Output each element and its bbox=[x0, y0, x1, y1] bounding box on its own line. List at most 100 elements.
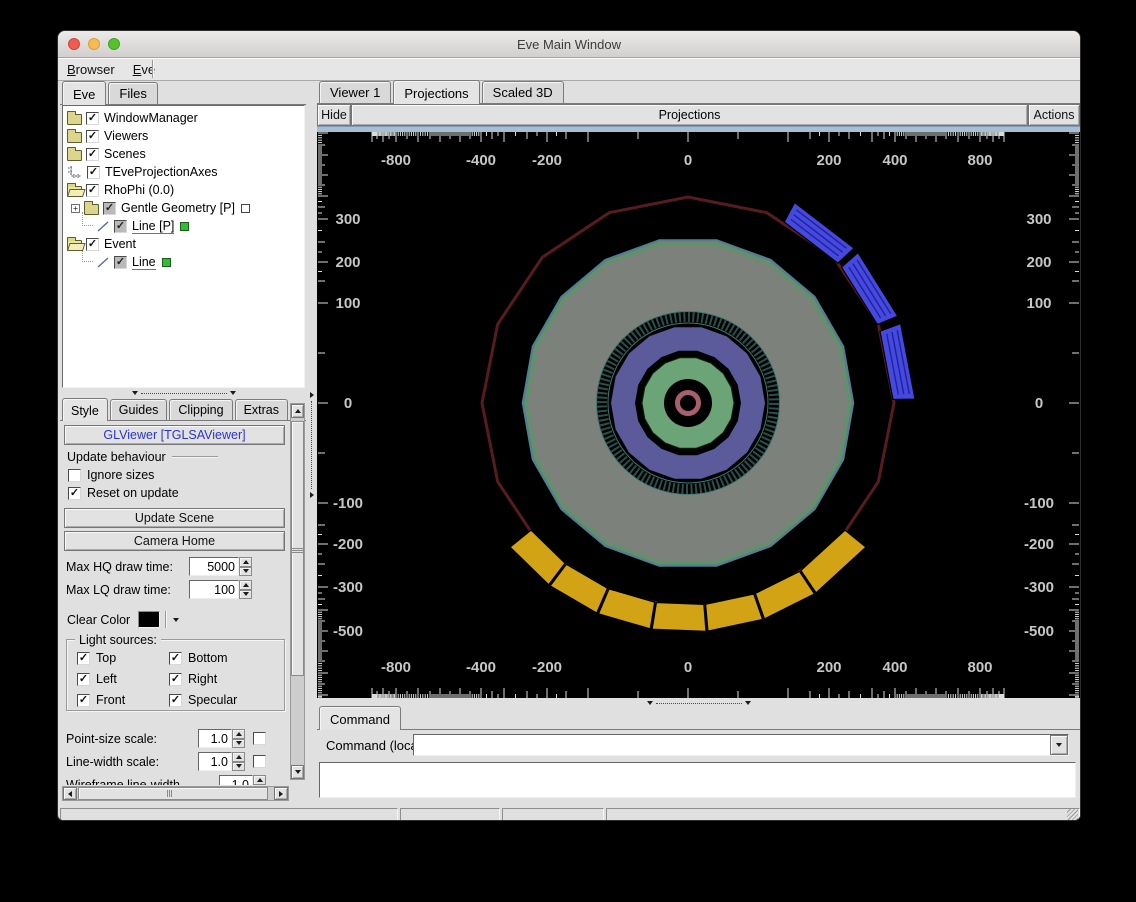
spin-value[interactable]: 100 bbox=[189, 580, 239, 599]
scroll-right-button[interactable] bbox=[274, 787, 288, 800]
resize-grip[interactable] bbox=[1067, 809, 1078, 820]
spinbox-wireframe-line-width[interactable]: 1.0 bbox=[219, 775, 266, 785]
checkbox-right[interactable]: ✓ bbox=[169, 673, 182, 686]
hide-button[interactable]: Hide bbox=[317, 104, 351, 126]
tree-item-teveprojectionaxes[interactable]: ✓TEveProjectionAxes bbox=[63, 163, 304, 181]
tab-files[interactable]: Files bbox=[108, 82, 157, 104]
panel-viewer-splitter[interactable] bbox=[307, 82, 316, 807]
arrow-down-icon bbox=[236, 741, 242, 745]
tab-projections[interactable]: Projections bbox=[393, 80, 479, 104]
extra-checkbox[interactable] bbox=[253, 732, 266, 745]
tree-checkbox[interactable]: ✓ bbox=[86, 112, 99, 125]
spin-down-button[interactable] bbox=[239, 590, 252, 600]
scroll-down-button[interactable] bbox=[291, 765, 304, 779]
tree-checkbox[interactable]: ✓ bbox=[114, 256, 127, 269]
command-combobox[interactable] bbox=[413, 734, 1069, 756]
tree-item-viewers[interactable]: ✓Viewers bbox=[63, 127, 304, 145]
tab-scaled-3d[interactable]: Scaled 3D bbox=[482, 81, 564, 103]
tree-style-splitter[interactable] bbox=[62, 388, 305, 398]
tree-checkbox[interactable]: ✓ bbox=[86, 184, 99, 197]
checkbox-specular[interactable]: ✓ bbox=[169, 694, 182, 707]
vscroll-thumb[interactable] bbox=[291, 421, 304, 676]
axis-label: -500 bbox=[333, 623, 363, 640]
clear-color-label: Clear Color bbox=[67, 613, 130, 627]
menu-eve[interactable]: Eve bbox=[124, 59, 164, 80]
spin-value[interactable]: 5000 bbox=[189, 557, 239, 576]
checkbox-front[interactable]: ✓ bbox=[77, 694, 90, 707]
spin-value[interactable]: 1.0 bbox=[198, 752, 232, 771]
spin-value[interactable]: 1.0 bbox=[198, 729, 232, 748]
tab-command[interactable]: Command bbox=[319, 706, 401, 730]
command-input[interactable] bbox=[414, 735, 1050, 755]
command-row: Command (local): bbox=[317, 732, 1080, 758]
tab-eve[interactable]: Eve bbox=[62, 81, 106, 105]
scroll-left-button[interactable] bbox=[63, 787, 77, 800]
spin-down-button[interactable] bbox=[239, 567, 252, 577]
titlebar[interactable]: Eve Main Window bbox=[58, 31, 1080, 58]
style-vscrollbar[interactable] bbox=[290, 403, 305, 780]
light-specular: ✓Specular bbox=[169, 693, 237, 707]
spin-down-button[interactable] bbox=[232, 739, 245, 749]
command-tabbar: Command bbox=[317, 708, 1080, 730]
clear-color-row: Clear Color bbox=[67, 611, 183, 628]
spin-down-button[interactable] bbox=[232, 762, 245, 772]
spin-down-button[interactable] bbox=[253, 785, 266, 786]
camera-home-button[interactable]: Camera Home bbox=[64, 531, 285, 551]
status-cell-3 bbox=[606, 808, 1080, 821]
tree-item-line[interactable]: ✓Line bbox=[63, 253, 304, 271]
tab-style[interactable]: Style bbox=[62, 398, 108, 422]
scroll-up-button[interactable] bbox=[291, 404, 304, 418]
tree-item-event[interactable]: ✓Event bbox=[63, 235, 304, 253]
spinbox-point-size-scale[interactable]: 1.0 bbox=[198, 729, 245, 748]
spin-value[interactable]: 1.0 bbox=[219, 775, 253, 785]
tab-extras[interactable]: Extras bbox=[235, 399, 288, 421]
tree-checkbox[interactable]: ✓ bbox=[86, 148, 99, 161]
checkbox-ignore-sizes[interactable] bbox=[68, 469, 81, 482]
green-square-icon bbox=[180, 222, 189, 231]
tree-checkbox[interactable]: ✓ bbox=[86, 130, 99, 143]
checkbox-left[interactable]: ✓ bbox=[77, 673, 90, 686]
tab-guides[interactable]: Guides bbox=[110, 399, 168, 421]
axis-label: -200 bbox=[532, 659, 562, 676]
tree-item-scenes[interactable]: ✓Scenes bbox=[63, 145, 304, 163]
checkbox-bottom[interactable]: ✓ bbox=[169, 652, 182, 665]
update-scene-button[interactable]: Update Scene bbox=[64, 508, 285, 528]
tree-item-windowmanager[interactable]: ✓WindowManager bbox=[63, 109, 304, 127]
command-output[interactable] bbox=[319, 762, 1076, 798]
light-sources-group: Light sources: ✓Top✓Bottom✓Left✓Right✓Fr… bbox=[66, 639, 285, 711]
tree-checkbox[interactable]: ✓ bbox=[103, 202, 116, 215]
glviewer-button[interactable]: GLViewer [TGLSAViewer] bbox=[64, 425, 285, 445]
clear-color-dropdown[interactable] bbox=[169, 611, 183, 628]
spin-up-button[interactable] bbox=[239, 580, 252, 590]
actions-button[interactable]: Actions bbox=[1028, 104, 1080, 126]
checkbox-top[interactable]: ✓ bbox=[77, 652, 90, 665]
gl-viewport[interactable]: -800-800-400-400-200-2000020020040040080… bbox=[317, 132, 1080, 698]
splitter-dots bbox=[311, 401, 312, 489]
tree-item-line-p[interactable]: ✓Line [P] bbox=[63, 217, 304, 235]
viewer-command-splitter[interactable] bbox=[317, 698, 1080, 708]
clear-color-swatch[interactable] bbox=[138, 611, 160, 628]
tab-viewer-1[interactable]: Viewer 1 bbox=[319, 81, 391, 103]
checkbox-reset-on-update[interactable]: ✓ bbox=[68, 487, 81, 500]
menu-browser[interactable]: Browser bbox=[58, 59, 124, 80]
spinbox-line-width-scale[interactable]: 1.0 bbox=[198, 752, 245, 771]
hscroll-thumb[interactable] bbox=[78, 787, 268, 800]
arrow-down-icon bbox=[236, 764, 242, 768]
spin-up-button[interactable] bbox=[253, 775, 266, 785]
tree-item-gentle-geometry-p[interactable]: +✓Gentle Geometry [P] bbox=[63, 199, 304, 217]
expand-icon[interactable]: + bbox=[71, 204, 80, 213]
spin-up-button[interactable] bbox=[239, 557, 252, 567]
command-dropdown-button[interactable] bbox=[1050, 735, 1068, 755]
style-hscrollbar[interactable] bbox=[62, 786, 289, 801]
tab-clipping[interactable]: Clipping bbox=[169, 399, 232, 421]
spin-up-button[interactable] bbox=[232, 729, 245, 739]
extra-checkbox[interactable] bbox=[253, 755, 266, 768]
spin-up-button[interactable] bbox=[232, 752, 245, 762]
viewer-title[interactable]: Projections bbox=[351, 104, 1028, 126]
spinbox-max-lq-draw-time[interactable]: 100 bbox=[189, 580, 252, 599]
tree-item-rhophi-0-0[interactable]: ✓RhoPhi (0.0) bbox=[63, 181, 304, 199]
spinbox-max-hq-draw-time[interactable]: 5000 bbox=[189, 557, 252, 576]
projection-svg[interactable]: -800-800-400-400-200-2000020020040040080… bbox=[317, 132, 1080, 698]
tree-checkbox[interactable]: ✓ bbox=[87, 166, 100, 179]
tree-checkbox[interactable]: ✓ bbox=[114, 220, 127, 233]
